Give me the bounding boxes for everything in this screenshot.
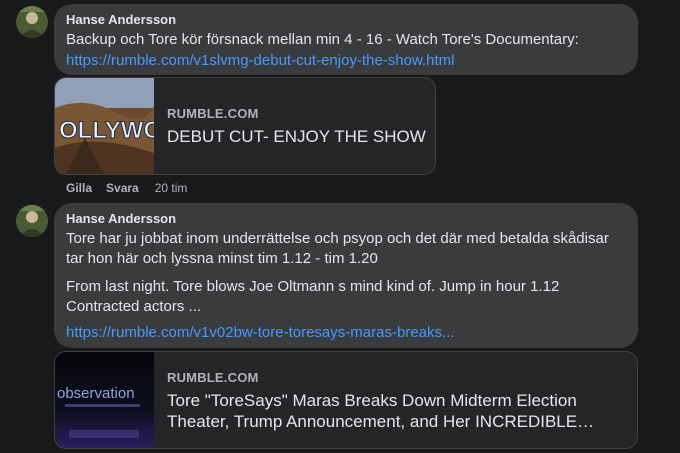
comment-author[interactable]: Hanse Andersson [66, 12, 626, 28]
comment-text: Tore har ju jobbat inom underrättelse oc… [66, 230, 609, 267]
thumbnail-caption: OLLYWOO [59, 117, 154, 144]
link-preview-domain: RUMBLE.COM [167, 106, 259, 121]
comment-bubble: Hanse Andersson Backup och Tore kör förs… [54, 4, 638, 75]
link-preview-thumbnail: OLLYWOO [55, 78, 154, 174]
reply-button[interactable]: Svara [106, 181, 139, 195]
link-preview-thumbnail: observation [55, 352, 154, 448]
comment-author[interactable]: Hanse Andersson [66, 211, 626, 227]
comment-timestamp[interactable]: 20 tim [155, 181, 188, 195]
link-preview-domain: RUMBLE.COM [167, 370, 259, 385]
thumbnail-caption: observation [57, 385, 135, 402]
link-preview-card[interactable]: observation RUMBLE.COM Tore "ToreSays" M… [54, 351, 638, 449]
comment-link[interactable]: https://rumble.com/v1slvmg-debut-cut-enj… [66, 51, 626, 71]
link-preview-card[interactable]: OLLYWOO RUMBLE.COM DEBUT CUT- ENJOY THE … [54, 77, 436, 175]
link-preview-title: DEBUT CUT- ENJOY THE SHOW [167, 127, 426, 146]
comment-actions: Gilla Svara 20 tim [66, 181, 187, 195]
link-preview-title: Tore "ToreSays" Maras Breaks Down Midter… [167, 391, 595, 431]
comment-bubble: Hanse Andersson Tore har ju jobbat inom … [54, 203, 638, 348]
comment-text: From last night. Tore blows Joe Oltmann … [66, 278, 560, 315]
avatar[interactable] [16, 6, 48, 38]
like-button[interactable]: Gilla [66, 181, 92, 195]
comment-text: Backup och Tore kör försnack mellan min … [66, 31, 579, 48]
comment-link[interactable]: https://rumble.com/v1v02bw-tore-toresays… [66, 323, 626, 343]
avatar[interactable] [16, 205, 48, 237]
